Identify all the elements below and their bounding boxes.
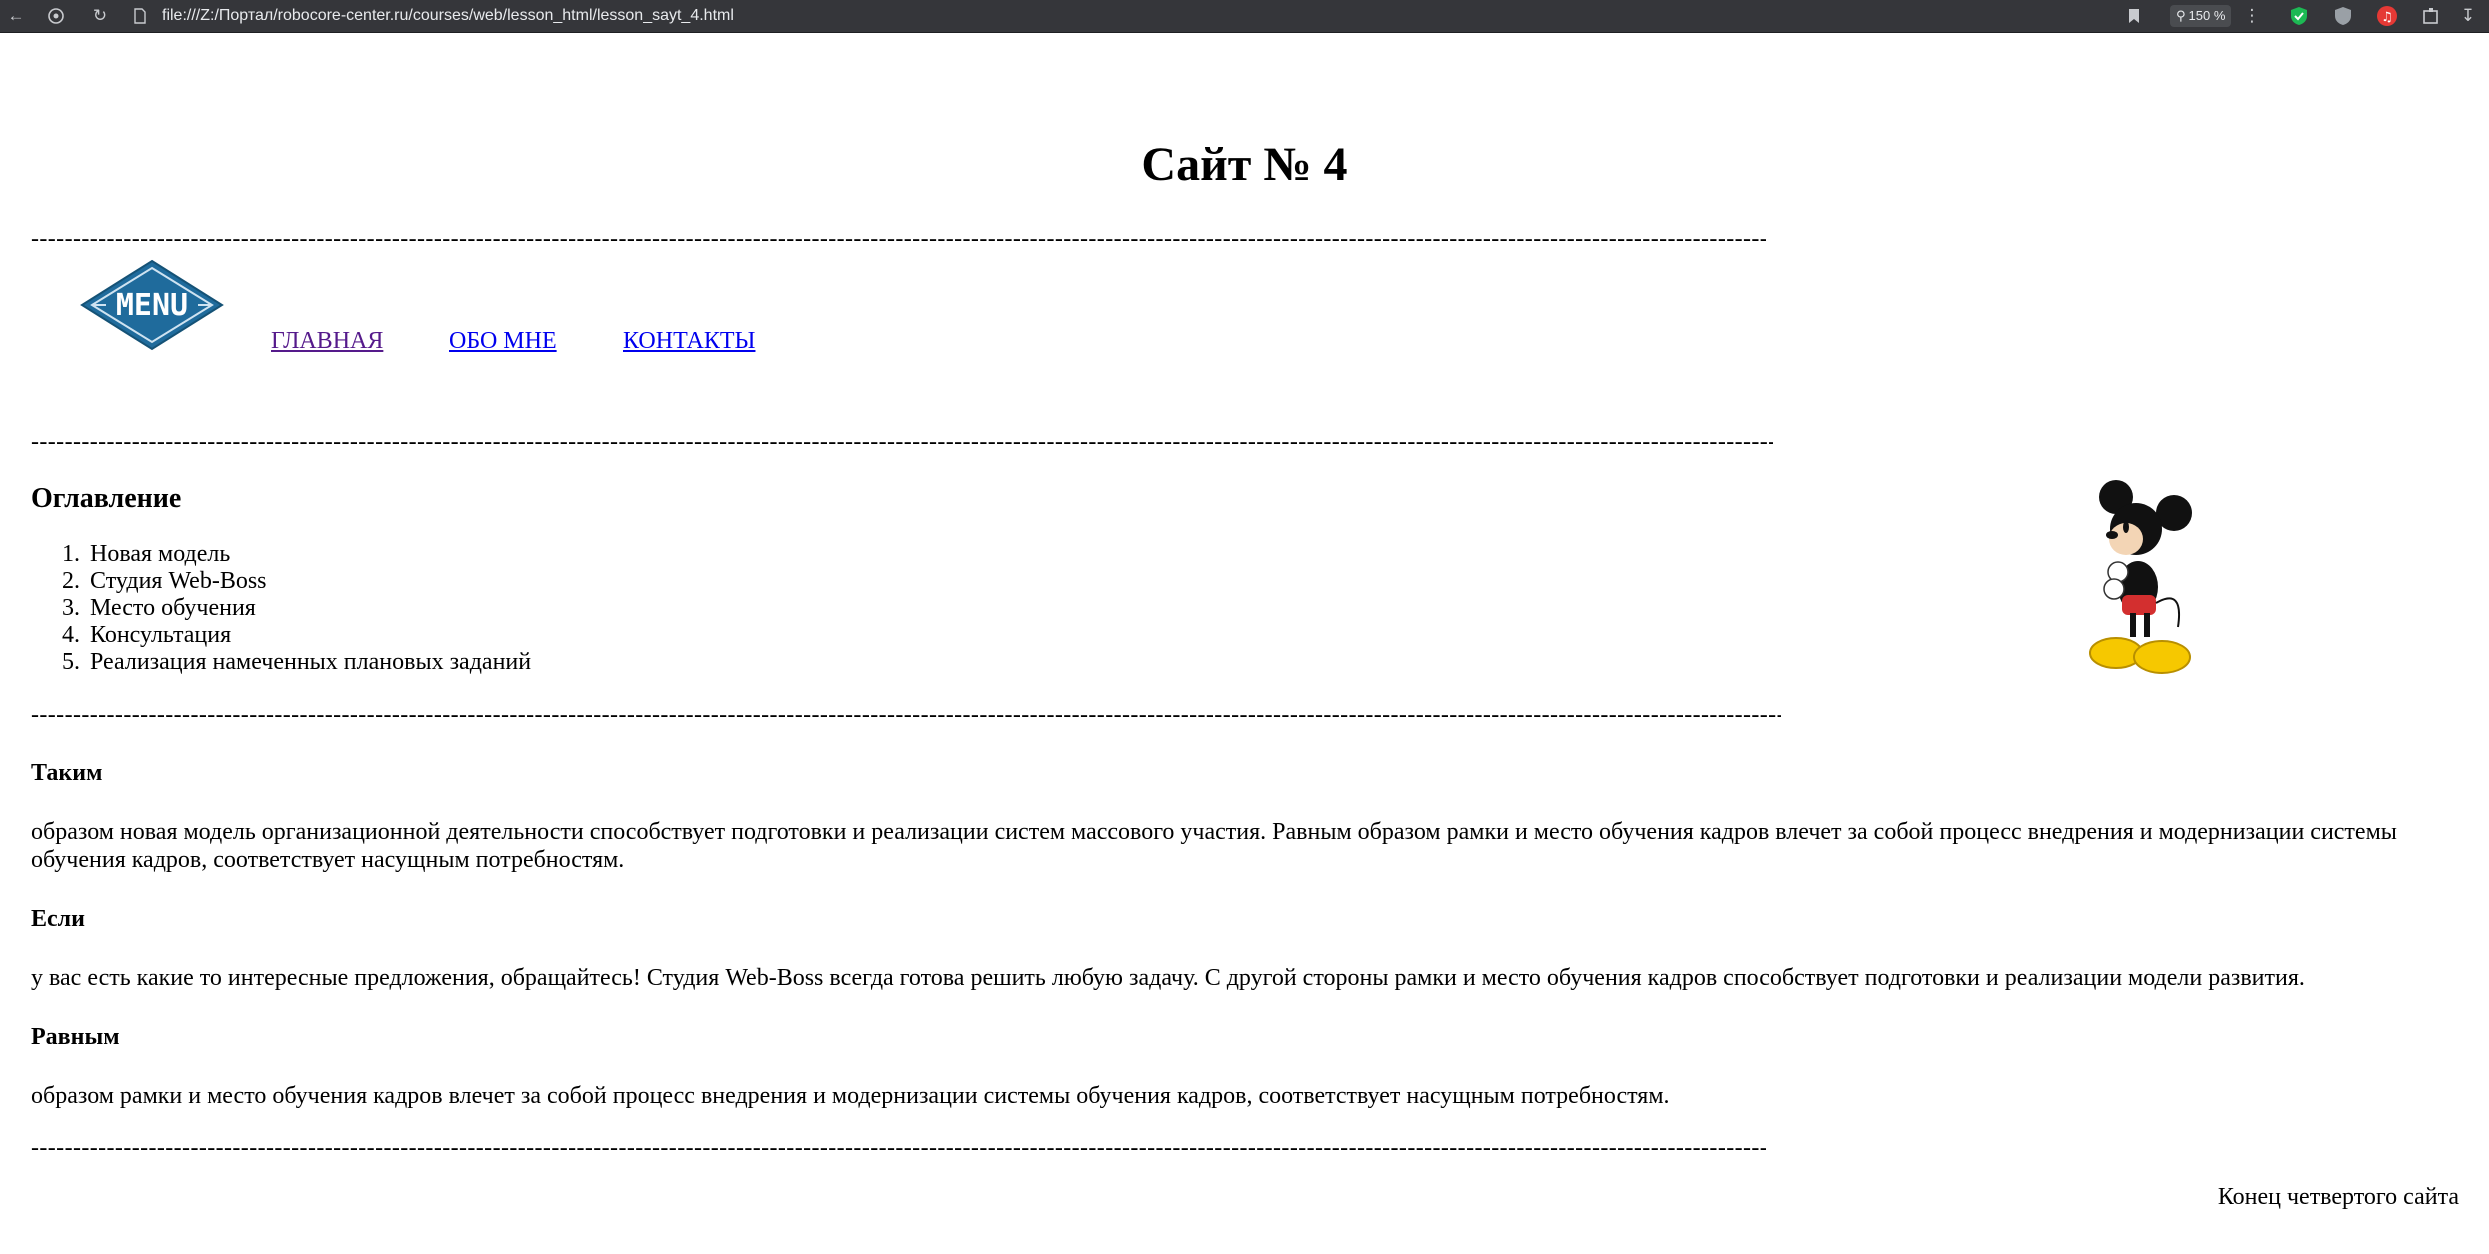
extension-shield-grey-icon[interactable] (2332, 5, 2354, 27)
footer-text: Конец четвертого сайта (2217, 1184, 2459, 1210)
separator: ----------------------------------------… (31, 1135, 1766, 1161)
browser-toolbar: ← ↻ file:///Z:/Портал/robocore-center.ru… (0, 0, 2489, 33)
section-heading: Равным (31, 1024, 120, 1050)
extensions-puzzle-icon[interactable] (2420, 5, 2442, 27)
toc-item: 3. Место обучения (62, 595, 256, 621)
download-icon[interactable]: ↧ (2456, 4, 2480, 28)
mickey-image (2074, 477, 2204, 677)
section-heading: Если (31, 906, 85, 932)
toc-item: 5. Реализация намеченных плановых заданий (62, 649, 532, 675)
zoom-indicator[interactable]: ⚲ 150 % (2170, 5, 2232, 27)
nav-link-contacts[interactable]: КОНТАКТЫ (623, 326, 755, 356)
section-text: у вас есть какие то интересные предложен… (31, 965, 2305, 991)
back-icon[interactable]: ← (4, 4, 28, 28)
extension-shield-green-icon[interactable] (2288, 5, 2310, 27)
file-icon (128, 4, 152, 28)
bookmark-icon[interactable] (2122, 4, 2146, 28)
nav-link-home[interactable]: ГЛАВНАЯ (271, 326, 383, 356)
toc-item: 1. Новая модель (62, 541, 231, 567)
shield-icon[interactable] (44, 4, 68, 28)
extension-music-icon[interactable]: ♫ (2376, 5, 2398, 27)
toc-item: 2. Студия Web-Boss (62, 568, 267, 594)
nav-link-about[interactable]: ОБО МНЕ (449, 326, 557, 356)
toc-heading: Оглавление (31, 483, 182, 514)
menu-logo[interactable]: MENU (80, 259, 224, 351)
separator: ----------------------------------------… (31, 429, 1773, 455)
address-bar[interactable]: file:///Z:/Портал/robocore-center.ru/cou… (162, 5, 734, 27)
reload-icon[interactable]: ↻ (88, 4, 112, 28)
separator: ----------------------------------------… (31, 226, 1766, 252)
page-title: Сайт № 4 (1141, 138, 1348, 191)
zoom-icon: ⚲ (2176, 8, 2186, 23)
svg-text:♫: ♫ (2381, 10, 2393, 25)
menu-logo-text: MENU (116, 288, 188, 323)
section-heading: Таким (31, 760, 103, 786)
more-icon[interactable]: ⋮ (2240, 4, 2264, 28)
section-text: образом новая модель организационной дея… (31, 819, 2397, 873)
toc-item: 4. Консультация (62, 622, 232, 648)
separator: ----------------------------------------… (31, 702, 1781, 728)
page-body: Сайт № 4 -------------------------------… (0, 33, 2489, 1254)
section-text: образом рамки и место обучения кадров вл… (31, 1083, 1670, 1109)
